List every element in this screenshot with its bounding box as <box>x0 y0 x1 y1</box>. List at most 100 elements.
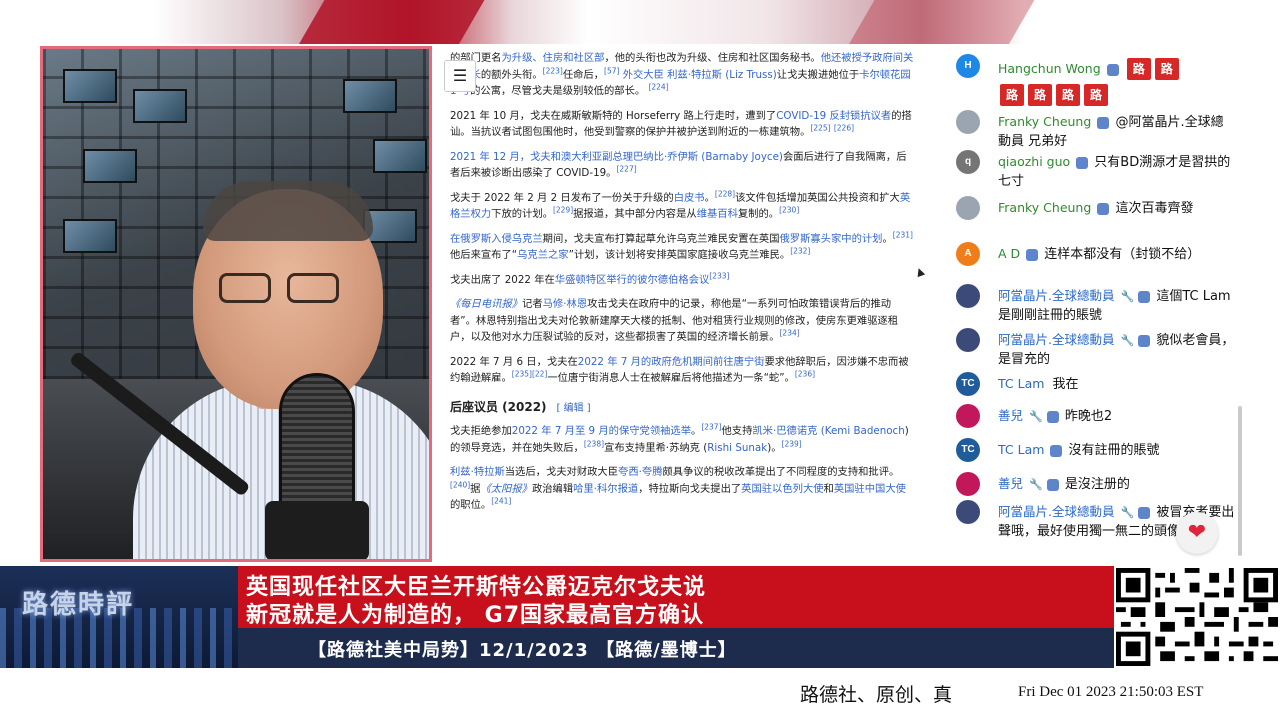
table-of-contents-button[interactable]: ☰ <box>444 60 476 92</box>
chat-author[interactable]: qiaozhi guo <box>998 154 1070 169</box>
article-link[interactable]: 英国驻以色列大使 <box>741 483 823 495</box>
chat-author[interactable]: Franky Cheung <box>998 200 1091 215</box>
article-link[interactable]: 利兹·特拉斯 <box>450 466 505 478</box>
member-badge-icon <box>1138 290 1151 303</box>
chat-message-body: TC Lam 沒有註冊的賬號 <box>998 440 1160 460</box>
lu-emoji: 路 <box>1056 84 1080 106</box>
article-paragraph: 戈夫出席了 2022 年在华盛顿特区举行的彼尔德伯格会议[233] <box>450 272 916 289</box>
article-link[interactable]: 乌克兰之家 <box>517 249 568 261</box>
citation[interactable]: [224] <box>648 83 668 92</box>
avatar[interactable] <box>956 404 980 428</box>
citation[interactable]: [233] <box>709 271 729 280</box>
citation[interactable]: [239] <box>782 439 802 448</box>
avatar[interactable]: H <box>956 54 980 78</box>
article-link[interactable]: 华盛顿特区举行的彼尔德伯格会议 <box>555 274 709 286</box>
avatar[interactable] <box>956 472 980 496</box>
article-link[interactable]: 凯米·巴德诺克 (Kemi Badenoch <box>752 425 904 437</box>
chat-scrollbar-thumb[interactable] <box>1238 406 1242 556</box>
chat-author[interactable]: TC Lam <box>998 376 1044 391</box>
citation[interactable]: [235] <box>512 370 532 379</box>
chat-author[interactable]: 阿當晶片.全球總動員 <box>998 332 1114 347</box>
avatar[interactable] <box>956 500 980 524</box>
citation[interactable]: [57] <box>604 66 619 75</box>
member-badge-icon <box>1026 248 1039 261</box>
chat-author[interactable]: 善兒 <box>998 476 1023 491</box>
citation[interactable]: [226] <box>834 124 854 133</box>
citation[interactable]: [237] <box>701 423 721 432</box>
avatar[interactable] <box>956 110 980 134</box>
chat-author[interactable]: A D <box>998 246 1020 261</box>
article-link[interactable]: 马修·林恩 <box>543 298 587 310</box>
chat-author[interactable]: TC Lam <box>998 442 1044 457</box>
chat-message: Franky Cheung @阿當晶片.全球總動員 兄弟好 <box>956 110 1236 151</box>
text: 。 <box>882 232 893 245</box>
article-link[interactable]: 2021 年 12 月，戈夫和澳大利亚副总理巴纳比·乔伊斯 (Barnaby J… <box>450 151 783 163</box>
wrench-icon: 🔧 <box>1120 290 1135 303</box>
chat-author[interactable]: Hangchun Wong <box>998 61 1101 76</box>
chat-scrollbar[interactable] <box>1236 46 1244 564</box>
chat-author[interactable]: Franky Cheung <box>998 114 1091 129</box>
wrench-icon: 🔧 <box>1120 334 1135 347</box>
text: 。 <box>691 425 702 437</box>
article-link[interactable]: 俄罗斯寡头家中的计划 <box>780 233 883 245</box>
article-link[interactable]: COVID-19 反封锁抗议者 <box>776 110 891 122</box>
text: ”计划，该计划将安排英国家庭接收乌克兰难民。 <box>568 249 791 261</box>
chat-text: 沒有註冊的賬號 <box>1068 443 1160 458</box>
citation[interactable]: [225] <box>810 124 830 133</box>
article-link[interactable]: 在俄罗斯入侵乌克兰 <box>450 233 543 245</box>
article-paragraph: 《每日电讯报》记者马修·林恩攻击戈夫在政府中的记录，称他是“一系列可怕政策错误背… <box>450 296 916 346</box>
avatar[interactable] <box>956 284 980 308</box>
chat-message: TC TC Lam 我在 <box>956 372 1236 396</box>
citation[interactable]: [22] <box>532 370 547 379</box>
article-link[interactable]: 英国驻中国大使 <box>834 483 906 495</box>
citation[interactable]: [238] <box>584 439 604 448</box>
article-paragraph: 的部门更名为升级、住房和社区部，他的头衔也改为升级、住房和社区国务秘书。他还被授… <box>450 50 916 100</box>
citation[interactable]: [232] <box>790 247 810 256</box>
text: 该文件包括增加英国公共投资和扩大 <box>735 191 900 204</box>
citation[interactable]: [230] <box>779 206 799 215</box>
chat-author[interactable]: 阿當晶片.全球總動員 <box>998 288 1114 303</box>
article-link[interactable]: 2022 年 7 月的政府危机期间前往唐宁街 <box>578 356 765 368</box>
glasses-right <box>287 273 339 303</box>
citation[interactable]: [241] <box>491 497 511 506</box>
article-link[interactable]: Rishi Sunak <box>707 442 767 454</box>
article-link[interactable]: 《每日电讯报》 <box>450 298 522 310</box>
wrench-icon: 🔧 <box>1029 410 1043 423</box>
chat-message: 善兒 🔧 是沒注册的 <box>956 472 1236 496</box>
article-link[interactable]: 维基百科 <box>697 208 738 220</box>
citation[interactable]: [228] <box>715 189 735 198</box>
citation[interactable]: [234] <box>780 329 800 338</box>
article-link[interactable]: 白皮书 <box>674 192 705 204</box>
chat-message-body: 善兒 🔧 是沒注册的 <box>998 474 1130 494</box>
article-link[interactable]: 为升级、住房和社区部 <box>501 52 604 64</box>
article-link[interactable]: 夸西·夸腾 <box>618 466 662 478</box>
text: 当选后，戈夫对财政大臣 <box>504 466 619 478</box>
article-link[interactable]: 外交大臣 利兹·特拉斯 (Liz Truss) <box>623 69 777 81</box>
avatar[interactable] <box>956 328 980 352</box>
citation[interactable]: [223] <box>543 66 563 75</box>
chat-message: 阿當晶片.全球總動員 🔧 這個TC Lam是剛剛註冊的賬號 <box>956 284 1236 325</box>
citation[interactable]: [231] <box>893 230 913 239</box>
citation[interactable]: [236] <box>795 370 815 379</box>
citation[interactable]: [240] <box>450 480 470 489</box>
article-link[interactable]: 《太阳报》 <box>480 483 531 495</box>
avatar[interactable]: q <box>956 150 980 174</box>
chat-author[interactable]: 善兒 <box>998 408 1023 423</box>
article-link[interactable]: 哈里·科尔报道 <box>573 483 638 495</box>
qr-code-icon <box>1116 568 1278 666</box>
text: ，他的头衔也改为升级、住房和社区国务秘书。 <box>604 52 821 64</box>
chat-author[interactable]: 阿當晶片.全球總動員 <box>998 504 1114 519</box>
webcam-feed <box>40 46 432 562</box>
edit-link[interactable]: [ 编辑 ] <box>557 403 591 414</box>
wrench-icon: 🔧 <box>1120 506 1135 519</box>
avatar[interactable]: A <box>956 242 980 266</box>
avatar[interactable]: TC <box>956 438 980 462</box>
heart-reaction-button[interactable]: ❤ <box>1176 512 1218 554</box>
member-badge-icon <box>1106 63 1119 76</box>
text: 戈夫于 2022 年 2 月 2 日发布了一份关于升级的 <box>450 191 674 204</box>
citation[interactable]: [227] <box>616 165 636 174</box>
avatar[interactable]: TC <box>956 372 980 396</box>
citation[interactable]: [229] <box>553 206 573 215</box>
avatar[interactable] <box>956 196 980 220</box>
article-link[interactable]: 2022 年 7 月至 9 月的保守党领袖选举 <box>512 425 691 437</box>
